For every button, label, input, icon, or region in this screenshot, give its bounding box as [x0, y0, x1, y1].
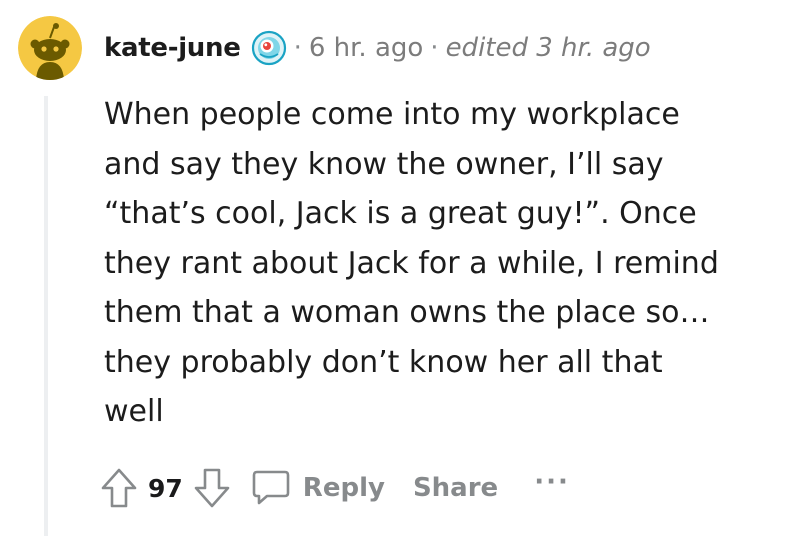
- comment-timestamp[interactable]: 6 hr. ago: [309, 33, 423, 63]
- comment-body-line: well: [104, 394, 164, 429]
- meta-separator: ·: [293, 33, 302, 63]
- downvote-arrow-icon[interactable]: [193, 466, 231, 510]
- comment-body-line: When people come into my workplace: [104, 97, 680, 132]
- comment-body-line: “that’s cool, Jack is a great guy!”. Onc…: [104, 196, 697, 231]
- thread-line[interactable]: [44, 96, 48, 536]
- share-button[interactable]: Share: [413, 473, 498, 503]
- reply-label: Reply: [302, 473, 385, 503]
- comment-meta: kate-june · 6 hr. ago · edited 3 hr. ago: [104, 28, 651, 68]
- username[interactable]: kate-june: [104, 33, 241, 63]
- reply-button[interactable]: Reply: [251, 468, 385, 508]
- comment-actions: 97 Reply Share ···: [100, 462, 570, 514]
- comment: kate-june · 6 hr. ago · edited 3 hr. ago…: [0, 0, 800, 536]
- more-options-button[interactable]: ···: [534, 467, 570, 497]
- comment-body-line: they probably don’t know her all that: [104, 344, 663, 380]
- comment-body-line: them that a woman owns the place so…: [104, 295, 710, 330]
- chat-bubble-icon: [251, 468, 291, 508]
- comment-body-line: they rant about Jack for a while, I remi…: [104, 245, 719, 281]
- comment-body-line: and say they know the owner, I’ll say: [104, 146, 664, 182]
- snoo-avatar-icon: [18, 16, 82, 80]
- comment-body: When people come into my workplace and s…: [104, 90, 764, 437]
- vote-score: 97: [148, 473, 183, 503]
- edited-timestamp: edited 3 hr. ago: [445, 33, 651, 63]
- user-avatar[interactable]: [18, 16, 82, 80]
- meta-separator: ·: [430, 33, 439, 63]
- awardee-badge-icon: [251, 30, 287, 66]
- upvote-arrow-icon[interactable]: [100, 466, 138, 510]
